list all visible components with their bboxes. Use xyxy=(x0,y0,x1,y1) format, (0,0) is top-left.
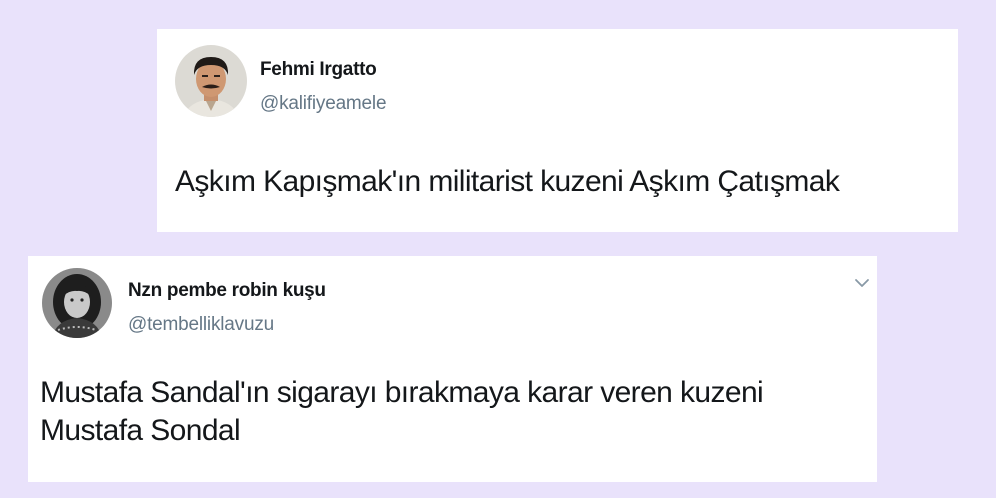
tweet-card[interactable]: Nzn pembe robin kuşu @tembelliklavuzu Mu… xyxy=(28,256,877,482)
avatar[interactable] xyxy=(175,45,247,117)
tweet-text: Aşkım Kapışmak'ın militarist kuzeni Aşkı… xyxy=(175,165,840,198)
display-name[interactable]: Fehmi Irgatto xyxy=(260,59,377,81)
tweet-text-line: Mustafa Sondal xyxy=(40,414,241,447)
tweet-card[interactable]: Fehmi Irgatto @kalifiyeamele Aşkım Kapış… xyxy=(157,29,958,232)
user-handle[interactable]: @kalifiyeamele xyxy=(260,93,387,115)
display-name[interactable]: Nzn pembe robin kuşu xyxy=(128,280,326,302)
tweet-text-line: Mustafa Sandal'ın sigarayı bırakmaya kar… xyxy=(40,376,764,409)
avatar-image xyxy=(42,268,112,338)
tweet-text: Mustafa Sandal'ın sigarayı bırakmaya kar… xyxy=(40,374,870,450)
chevron-down-icon[interactable] xyxy=(853,276,871,290)
avatar[interactable] xyxy=(42,268,112,338)
user-handle[interactable]: @tembelliklavuzu xyxy=(128,314,274,336)
avatar-image xyxy=(175,45,247,117)
